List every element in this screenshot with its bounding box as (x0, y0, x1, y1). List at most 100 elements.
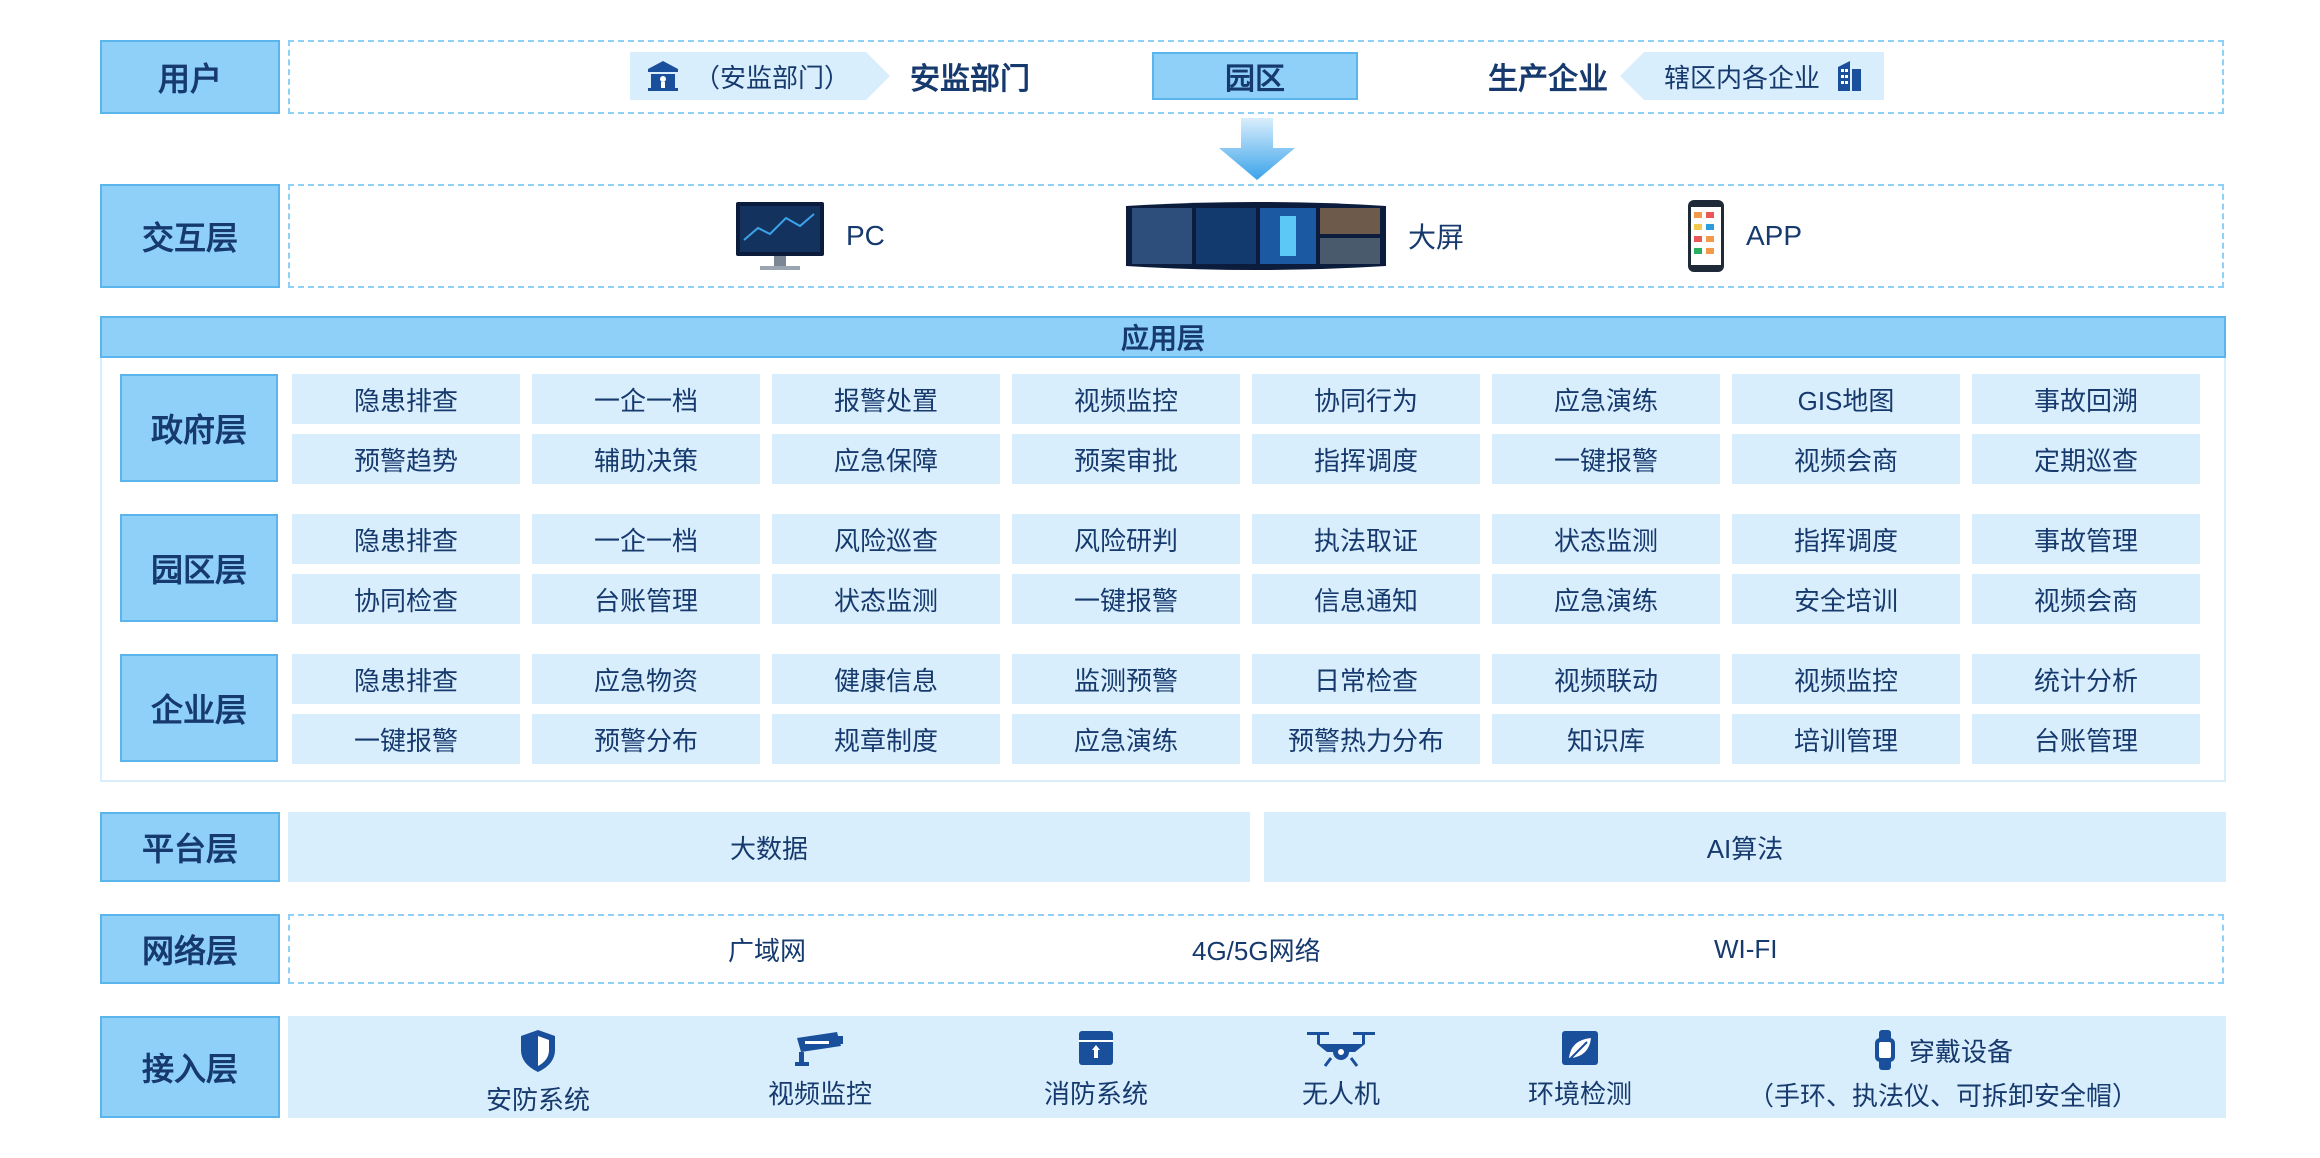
access-item-fire: 消防系统 (1044, 1028, 1148, 1111)
app-cell: 预案审批 (1012, 434, 1240, 484)
park-box: 园区 (1152, 52, 1358, 100)
local-enterprises-pill: 辖区内各企业 (1620, 52, 1884, 100)
app-cell: 视频会商 (1972, 574, 2200, 624)
access-label-video: 视频监控 (768, 1079, 873, 1109)
watch-icon (1875, 1030, 1895, 1070)
app-cell: 辅助决策 (532, 434, 760, 484)
access-label-wearable: 穿戴设备 (1909, 1036, 2014, 1067)
camera-icon (795, 1032, 843, 1066)
app-cell: 安全培训 (1732, 574, 1960, 624)
app-cell: 日常检查 (1252, 654, 1480, 704)
interaction-item-app: APP (1686, 196, 1802, 276)
app-cell: 知识库 (1492, 714, 1720, 764)
access-item-security: 安防系统 (486, 1028, 590, 1117)
app-cell: 规章制度 (772, 714, 1000, 764)
app-cell: 台账管理 (1972, 714, 2200, 764)
access-label-security: 安防系统 (486, 1085, 591, 1115)
safety-dept-text: 安监部门 (910, 63, 1030, 96)
park-grid: 隐患排查 一企一档 风险巡查 风险研判 执法取证 状态监测 指挥调度 事故管理 … (292, 514, 2202, 624)
platform-item-big-data: 大数据 (288, 812, 1250, 882)
network-item-4g5g: 4G/5G网络 (1192, 935, 1321, 966)
office-building-icon (1838, 61, 1861, 91)
app-cell: 应急演练 (1012, 714, 1240, 764)
app-cell: 状态监测 (772, 574, 1000, 624)
access-label-environment: 环境检测 (1528, 1079, 1633, 1109)
interaction-item-pc: PC (734, 196, 885, 276)
interaction-label-app: APP (1746, 220, 1803, 251)
app-cell: 报警处置 (772, 374, 1000, 424)
access-item-wearable: 穿戴设备 （手环、执法仪、可拆卸安全帽） (1748, 1028, 2138, 1113)
shield-icon (521, 1030, 555, 1072)
application-layer-title: 应用层 (100, 316, 2226, 358)
government-layer-label: 政府层 (120, 374, 278, 482)
wearable-title-row: 穿戴设备 (1873, 1028, 2013, 1072)
app-cell: 执法取证 (1252, 514, 1480, 564)
app-cell: 视频联动 (1492, 654, 1720, 704)
app-cell: 视频监控 (1732, 654, 1960, 704)
app-cell: 应急演练 (1492, 574, 1720, 624)
app-cell: 预警趋势 (292, 434, 520, 484)
app-cell: 台账管理 (532, 574, 760, 624)
app-cell: 一键报警 (1492, 434, 1720, 484)
app-cell: 风险研判 (1012, 514, 1240, 564)
enterprise-layer-label: 企业层 (120, 654, 278, 762)
app-cell: 一键报警 (1012, 574, 1240, 624)
app-cell: 指挥调度 (1252, 434, 1480, 484)
leaf-icon (1562, 1031, 1598, 1065)
safety-dept-pill-label: （安监部门） (693, 62, 850, 93)
app-cell: 视频会商 (1732, 434, 1960, 484)
interaction-label-big-screen: 大屏 (1408, 222, 1465, 253)
interaction-item-big-screen: 大屏 (1124, 196, 1464, 276)
app-cell: 指挥调度 (1732, 514, 1960, 564)
app-cell: 信息通知 (1252, 574, 1480, 624)
government-building-icon (647, 61, 678, 91)
app-cell: 协同检查 (292, 574, 520, 624)
down-arrow-icon (1219, 118, 1295, 180)
access-item-drone: 无人机 (1302, 1028, 1380, 1111)
app-cell: 状态监测 (1492, 514, 1720, 564)
network-layer-label: 网络层 (100, 914, 280, 984)
app-cell: 培训管理 (1732, 714, 1960, 764)
app-cell: GIS地图 (1732, 374, 1960, 424)
app-cell: 风险巡查 (772, 514, 1000, 564)
government-grid: 隐患排查 一企一档 报警处置 视频监控 协同行为 应急演练 GIS地图 事故回溯… (292, 374, 2202, 484)
app-cell: 一企一档 (532, 374, 760, 424)
app-cell: 定期巡查 (1972, 434, 2200, 484)
access-item-environment: 环境检测 (1528, 1028, 1632, 1111)
phone-icon (1688, 200, 1724, 272)
user-layer-label: 用户 (100, 40, 280, 114)
platform-item-ai-algorithm: AI算法 (1264, 812, 2226, 882)
app-cell: 应急保障 (772, 434, 1000, 484)
app-cell: 隐患排查 (292, 654, 520, 704)
production-enterprise-text: 生产企业 (1488, 63, 1608, 96)
app-cell: 应急物资 (532, 654, 760, 704)
big-screen-icon (1126, 202, 1386, 270)
fire-box-icon (1079, 1031, 1113, 1065)
app-cell: 一键报警 (292, 714, 520, 764)
app-cell: 监测预警 (1012, 654, 1240, 704)
app-cell: 隐患排查 (292, 514, 520, 564)
app-cell: 预警热力分布 (1252, 714, 1480, 764)
platform-layer-label: 平台层 (100, 812, 280, 882)
app-cell: 健康信息 (772, 654, 1000, 704)
monitor-icon (736, 202, 824, 270)
network-item-wifi: WI-FI (1714, 933, 1778, 964)
app-cell: 视频监控 (1012, 374, 1240, 424)
access-sub-wearable: （手环、执法仪、可拆卸安全帽） (1748, 1081, 2139, 1111)
network-item-wan: 广域网 (728, 935, 807, 966)
app-cell: 隐患排查 (292, 374, 520, 424)
safety-dept-pill: （安监部门） (630, 52, 890, 100)
drone-icon (1307, 1032, 1375, 1067)
app-cell: 事故管理 (1972, 514, 2200, 564)
access-item-video: 视频监控 (768, 1028, 872, 1111)
app-cell: 预警分布 (532, 714, 760, 764)
app-cell: 统计分析 (1972, 654, 2200, 704)
app-cell: 事故回溯 (1972, 374, 2200, 424)
local-enterprises-pill-label: 辖区内各企业 (1663, 62, 1820, 93)
access-layer-label: 接入层 (100, 1016, 280, 1118)
park-layer-label: 园区层 (120, 514, 278, 622)
enterprise-grid: 隐患排查 应急物资 健康信息 监测预警 日常检查 视频联动 视频监控 统计分析 … (292, 654, 2202, 764)
access-label-fire: 消防系统 (1044, 1079, 1149, 1109)
app-cell: 协同行为 (1252, 374, 1480, 424)
interaction-label-pc: PC (846, 220, 885, 251)
